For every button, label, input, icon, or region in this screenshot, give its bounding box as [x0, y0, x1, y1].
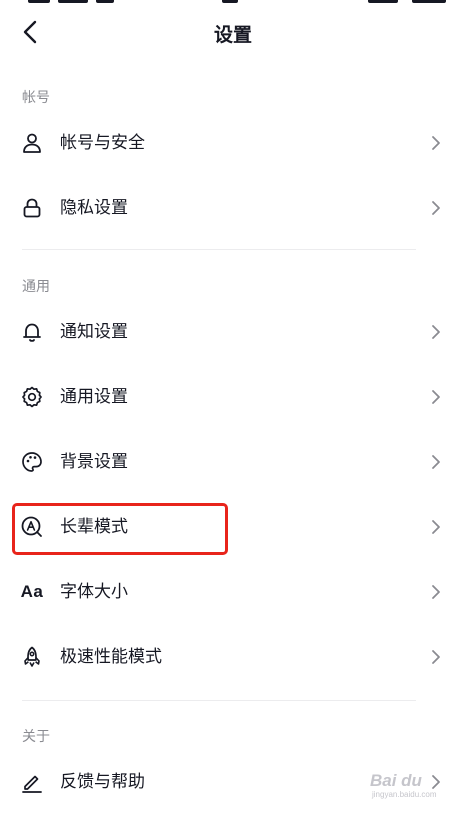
settings-item-general[interactable]: 通用设置 [0, 365, 466, 429]
settings-item-notifications[interactable]: 通知设置 [0, 300, 466, 364]
font-size-icon: Aa [20, 582, 44, 601]
chevron-right-icon [428, 324, 444, 340]
settings-item-elder-mode[interactable]: 长辈模式 [0, 495, 466, 559]
chevron-right-icon [428, 454, 444, 470]
chevron-right-icon [428, 584, 444, 600]
gear-icon [20, 385, 44, 409]
section-title-about: 关于 [22, 729, 50, 745]
settings-item-label: 反馈与帮助 [60, 772, 145, 792]
page-title: 设置 [213, 24, 252, 46]
settings-item-account-security[interactable]: 帐号与安全 [0, 111, 466, 175]
chevron-right-icon [428, 200, 444, 216]
section-title-general: 通用 [22, 279, 50, 295]
section-divider [22, 249, 416, 250]
section-title-account: 帐号 [22, 90, 50, 106]
edit-icon [20, 770, 44, 794]
rocket-icon [20, 645, 44, 669]
chevron-right-icon [428, 649, 444, 665]
settings-item-label: 字体大小 [60, 582, 128, 602]
settings-item-feedback-help[interactable]: 反馈与帮助 [0, 750, 466, 814]
settings-item-label: 帐号与安全 [60, 133, 145, 153]
chevron-right-icon [428, 774, 444, 790]
settings-item-label: 隐私设置 [60, 198, 128, 218]
settings-item-font-size[interactable]: Aa 字体大小 [0, 560, 466, 624]
settings-item-privacy[interactable]: 隐私设置 [0, 176, 466, 240]
settings-item-label: 长辈模式 [60, 517, 128, 537]
bell-icon [20, 320, 44, 344]
settings-item-label: 通知设置 [60, 322, 128, 342]
settings-item-label: 背景设置 [60, 452, 128, 472]
user-icon [20, 131, 44, 155]
chevron-right-icon [428, 389, 444, 405]
settings-item-performance-mode[interactable]: 极速性能模式 [0, 625, 466, 689]
settings-item-background[interactable]: 背景设置 [0, 430, 466, 494]
palette-icon [20, 450, 44, 474]
settings-item-label: 通用设置 [60, 387, 128, 407]
chevron-right-icon [428, 135, 444, 151]
settings-item-label: 极速性能模式 [60, 647, 162, 667]
chevron-right-icon [428, 519, 444, 535]
elder-mode-icon [20, 515, 44, 539]
header: 设置 [0, 6, 466, 64]
lock-icon [20, 196, 44, 220]
section-divider [22, 700, 416, 701]
